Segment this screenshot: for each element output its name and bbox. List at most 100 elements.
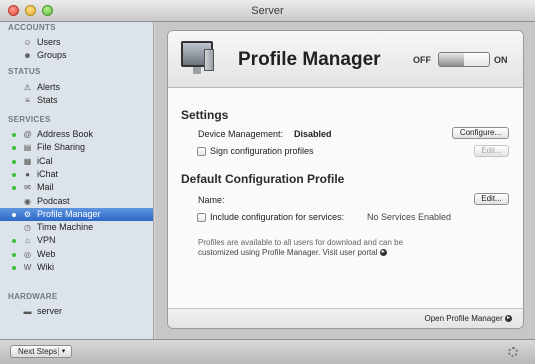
include-services-label: Include configuration for services: bbox=[210, 212, 345, 222]
time-machine-icon: ◷ bbox=[24, 223, 31, 233]
toggle-off-label: OFF bbox=[413, 55, 431, 65]
service-status-dot bbox=[12, 212, 16, 217]
sidebar-item-ichat[interactable]: ● iChat bbox=[0, 168, 153, 181]
sidebar-item-podcast[interactable]: ◉ Podcast bbox=[0, 195, 153, 208]
ical-icon: ▦ bbox=[23, 156, 32, 166]
include-services-value: No Services Enabled bbox=[367, 212, 452, 222]
sign-profiles-checkbox[interactable] bbox=[197, 147, 206, 156]
groups-icon: ☻ bbox=[23, 51, 32, 61]
stats-icon: ≡ bbox=[25, 96, 30, 106]
bottom-bar: Next Steps ▾ bbox=[0, 339, 535, 364]
sidebar-item-label: Stats bbox=[37, 95, 58, 106]
sidebar-item-groups[interactable]: ☻ Groups bbox=[0, 49, 153, 62]
sidebar-item-label: Alerts bbox=[37, 82, 61, 92]
service-status-dot bbox=[12, 266, 16, 270]
sign-profiles-edit-button[interactable]: Edit... bbox=[474, 145, 509, 157]
activity-spinner-icon bbox=[508, 347, 518, 357]
sidebar-item-ical[interactable]: ▦ iCal bbox=[0, 155, 153, 168]
sign-profiles-label: Sign configuration profiles bbox=[210, 146, 314, 156]
next-steps-button[interactable]: Next Steps ▾ bbox=[10, 345, 72, 358]
default-profile-heading: Default Configuration Profile bbox=[181, 172, 345, 186]
open-profile-manager-label[interactable]: Open Profile Manager bbox=[425, 314, 503, 323]
service-on-off-switch[interactable] bbox=[438, 52, 490, 67]
include-services-checkbox[interactable] bbox=[197, 213, 206, 222]
title-bar: Server bbox=[0, 0, 535, 22]
server-tower-icon bbox=[204, 49, 214, 71]
sidebar-section-heading: ACCOUNTS bbox=[8, 23, 56, 32]
sidebar-item-label: iCal bbox=[37, 155, 53, 166]
users-icon: ☺ bbox=[23, 38, 32, 47]
service-status-dot bbox=[12, 146, 16, 151]
sidebar: ACCOUNTS ☺ Users ☻ Groups STATUS ⚠ Alerts ≡ Stats… bbox=[0, 22, 154, 339]
vpn-icon: ⌂ bbox=[25, 236, 30, 246]
switch-knob[interactable] bbox=[439, 53, 465, 66]
device-management-status: Disabled bbox=[294, 129, 332, 139]
sidebar-section-heading: STATUS bbox=[8, 67, 41, 76]
service-status-dot bbox=[12, 133, 16, 137]
sidebar-item-label: VPN bbox=[37, 235, 56, 246]
open-profile-manager-link[interactable]: Open Profile Manager ▸ bbox=[425, 314, 512, 323]
ichat-icon: ● bbox=[25, 169, 30, 179]
sidebar-item-label: File Sharing bbox=[37, 142, 86, 153]
sidebar-item-profile-manager[interactable]: ⚙ Profile Manager bbox=[0, 207, 153, 221]
main-pane: Profile Manager OFF ON Settings Device M… bbox=[155, 22, 535, 339]
sidebar-section-heading: HARDWARE bbox=[8, 292, 58, 301]
service-status-dot bbox=[12, 252, 16, 257]
sidebar-item-label: Profile Manager bbox=[37, 208, 101, 219]
panel-footer: Open Profile Manager ▸ bbox=[168, 308, 523, 328]
device-management-label: Device Management: bbox=[198, 129, 284, 139]
sidebar-section-heading: SERVICES bbox=[8, 115, 51, 124]
configure-button[interactable]: Configure... bbox=[452, 127, 509, 139]
sidebar-item-stats[interactable]: ≡ Stats bbox=[0, 94, 153, 107]
sidebar-item-label: Time Machine bbox=[37, 222, 94, 233]
sidebar-item-label: iChat bbox=[37, 168, 59, 179]
sidebar-item-label: Users bbox=[37, 37, 61, 47]
page-title: Profile Manager bbox=[238, 49, 381, 70]
profile-name-label: Name: bbox=[198, 195, 225, 205]
sidebar-item-users[interactable]: ☺ Users bbox=[0, 36, 153, 49]
profile-name-edit-button[interactable]: Edit... bbox=[474, 193, 509, 205]
server-window: Server ACCOUNTS ☺ Users ☻ Groups STATUS ⚠ Alert… bbox=[0, 0, 535, 364]
alerts-icon: ⚠ bbox=[23, 83, 32, 92]
toggle-on-label: ON bbox=[494, 55, 508, 65]
sidebar-item-label: server bbox=[37, 306, 63, 316]
sidebar-item-label: Mail bbox=[37, 182, 54, 193]
portal-note-line-1: Profiles are available to all users for … bbox=[198, 238, 404, 247]
switch-track bbox=[464, 53, 489, 66]
sidebar-item-mail[interactable]: ✉ Mail bbox=[0, 181, 153, 194]
server-icon: ▬ bbox=[23, 307, 32, 316]
user-portal-link[interactable]: customized using Profile Manager. Visit … bbox=[198, 248, 378, 257]
sidebar-item-label: Groups bbox=[37, 50, 67, 61]
service-status-dot bbox=[12, 239, 16, 244]
sidebar-item-label: Podcast bbox=[37, 195, 70, 206]
sidebar-item-time-machine[interactable]: ◷ Time Machine bbox=[0, 221, 153, 234]
chevron-down-icon[interactable]: ▾ bbox=[58, 347, 68, 356]
sidebar-item-file-sharing[interactable]: ▤ File Sharing bbox=[0, 141, 153, 154]
sidebar-item-alerts[interactable]: ⚠ Alerts bbox=[0, 81, 153, 94]
service-status-dot bbox=[12, 172, 16, 177]
profile-manager-panel: Profile Manager OFF ON Settings Device M… bbox=[167, 30, 524, 329]
mail-icon: ✉ bbox=[24, 183, 31, 193]
portal-note: Profiles are available to all users for … bbox=[198, 238, 428, 258]
profile-manager-icon: ⚙ bbox=[23, 209, 32, 219]
sidebar-item-web[interactable]: ◎ Web bbox=[0, 248, 153, 261]
next-steps-label[interactable]: Next Steps bbox=[18, 347, 57, 356]
wiki-icon: W bbox=[23, 263, 32, 272]
file-sharing-icon: ▤ bbox=[23, 143, 32, 153]
sidebar-item-label: Wiki bbox=[37, 262, 54, 272]
window-title: Server bbox=[251, 5, 284, 17]
service-status-dot bbox=[12, 159, 16, 164]
sidebar-item-label: Web bbox=[37, 248, 56, 259]
arrow-circle-icon[interactable]: ▸ bbox=[379, 249, 387, 257]
sidebar-item-wiki[interactable]: W Wiki bbox=[0, 261, 153, 274]
service-status-dot bbox=[12, 186, 16, 191]
portal-note-line-2: customized using Profile Manager. Visit … bbox=[198, 248, 428, 258]
arrow-circle-icon[interactable]: ▸ bbox=[505, 315, 512, 323]
address-book-icon: @ bbox=[23, 130, 32, 139]
sidebar-item-address-book[interactable]: @ Address Book bbox=[0, 128, 153, 141]
panel-header: Profile Manager OFF ON bbox=[168, 31, 523, 88]
sidebar-item-vpn[interactable]: ⌂ VPN bbox=[0, 234, 153, 247]
web-icon: ◎ bbox=[24, 249, 31, 259]
sidebar-item-server[interactable]: ▬ server bbox=[0, 305, 153, 318]
podcast-icon: ◉ bbox=[24, 196, 31, 206]
